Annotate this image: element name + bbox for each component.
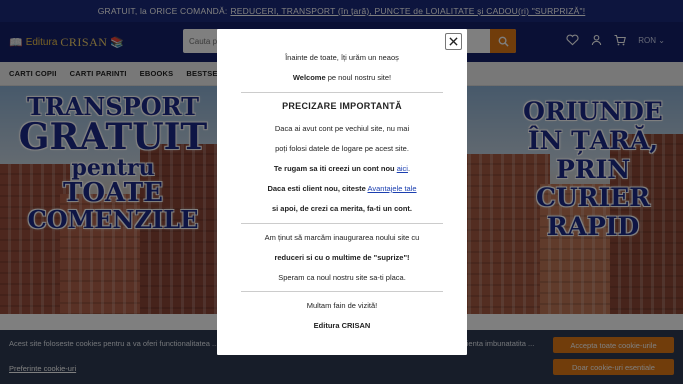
modal-paragraph: reduceri si cu o multime de "suprize"! [217,253,467,262]
close-icon [449,37,458,46]
advantages-link[interactable]: Avantajele tale [367,184,416,193]
modal-paragraph: Speram ca noul nostru site sa-ti placa. [278,273,406,282]
modal-paragraph: Am ținut să marcăm inaugurarea noului si… [264,233,420,242]
modal-paragraph: Daca ai avut cont pe vechiul site, nu ma… [274,124,410,133]
modal-paragraph: poți folosi datele de logare pe acest si… [275,144,409,153]
divider [241,92,443,93]
welcome-modal: Înainte de toate, îți urăm un neaoș Welc… [217,29,467,355]
register-link[interactable]: aici [397,164,408,173]
close-button[interactable] [445,33,462,50]
modal-advantages-line: Daca esti client nou, citeste Avantajele… [217,184,467,193]
modal-thanks: Multam fain de vizită! [306,301,378,310]
modal-welcome: Welcome pe noul nostru site! [217,73,467,82]
signature-text: Editura CRISAN [313,321,371,330]
welcome-rest: pe noul nostru site! [327,73,392,82]
new-client-text: Daca esti client nou, citeste [267,184,366,193]
modal-signature: Editura CRISAN [217,321,467,330]
modal-intro: Înainte de toate, îți urăm un neaoș [285,53,399,62]
welcome-bold: Welcome [292,73,326,82]
create-account-text: si apoi, de crezi ca merita, fa-ti un co… [271,204,413,213]
divider [241,223,443,224]
register-text: Te rugam sa iti creezi un cont nou [273,164,395,173]
discounts-text: reduceri si cu o multime de "suprize"! [274,253,410,262]
modal-title: PRECIZARE IMPORTANTĂ [282,101,402,111]
modal-register-line: Te rugam sa iti creezi un cont nou aici. [273,164,411,173]
divider [241,291,443,292]
modal-paragraph: si apoi, de crezi ca merita, fa-ti un co… [217,204,467,213]
